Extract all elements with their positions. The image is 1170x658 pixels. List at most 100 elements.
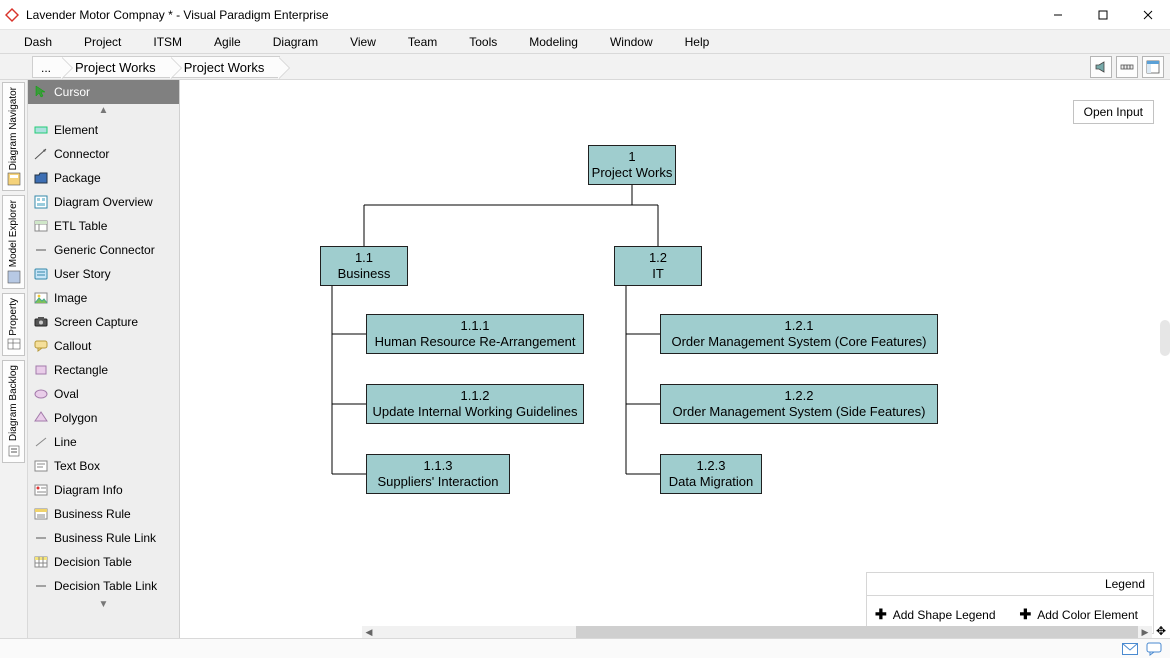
property-icon xyxy=(7,337,21,351)
wbs-node-label: Suppliers' Interaction xyxy=(367,474,509,490)
palette-item-connector[interactable]: Connector xyxy=(28,142,179,166)
open-input-button[interactable]: Open Input xyxy=(1073,100,1154,124)
menu-tools[interactable]: Tools xyxy=(453,32,513,52)
menu-itsm[interactable]: ITSM xyxy=(137,32,198,52)
scroll-thumb[interactable] xyxy=(576,626,1138,638)
connector-icon xyxy=(34,147,48,161)
wbs-node-1-2-1[interactable]: 1.2.1Order Management System (Core Featu… xyxy=(660,314,938,354)
menu-modeling[interactable]: Modeling xyxy=(513,32,594,52)
scroll-right-icon[interactable]: ▶ xyxy=(1138,627,1152,638)
menu-view[interactable]: View xyxy=(334,32,392,52)
palette-item-label: Line xyxy=(54,435,77,449)
panel-layout-icon[interactable] xyxy=(1142,56,1164,78)
canvas-area[interactable]: 1Project Works 1.1Business 1.1.1Human Reso… xyxy=(180,80,1170,638)
palette-item-screen-capture[interactable]: Screen Capture xyxy=(28,310,179,334)
wbs-node-id: 1.2.2 xyxy=(661,388,937,404)
palette-item-business-rule[interactable]: Business Rule xyxy=(28,502,179,526)
rectangle-icon xyxy=(34,363,48,377)
palette-item-business-rule-link[interactable]: Business Rule Link xyxy=(28,526,179,550)
menu-project[interactable]: Project xyxy=(68,32,137,52)
minimize-button[interactable] xyxy=(1035,0,1080,30)
polygon-icon xyxy=(34,411,48,425)
cursor-icon xyxy=(34,85,48,99)
business-rule-link-icon xyxy=(34,531,48,545)
palette-item-etl-table[interactable]: ETL Table xyxy=(28,214,179,238)
palette-item-polygon[interactable]: Polygon xyxy=(28,406,179,430)
palette-item-image[interactable]: Image xyxy=(28,286,179,310)
move-grip-icon[interactable]: ✥ xyxy=(1152,624,1170,638)
close-button[interactable] xyxy=(1125,0,1170,30)
wbs-node-1-2-3[interactable]: 1.2.3Data Migration xyxy=(660,454,762,494)
ruler-icon[interactable] xyxy=(1116,56,1138,78)
vtab-diagram-backlog[interactable]: Diagram Backlog xyxy=(2,360,25,462)
wbs-node-id: 1.2.3 xyxy=(661,458,761,474)
title-bar: Lavender Motor Compnay * - Visual Paradi… xyxy=(0,0,1170,30)
palette-item-label: Text Box xyxy=(54,459,100,473)
line-icon xyxy=(34,435,48,449)
palette-item-label: Rectangle xyxy=(54,363,108,377)
wbs-node-1-2-2[interactable]: 1.2.2Order Management System (Side Featu… xyxy=(660,384,938,424)
decision-table-icon xyxy=(34,555,48,569)
menu-agile[interactable]: Agile xyxy=(198,32,257,52)
right-collapse-handle[interactable] xyxy=(1160,320,1170,356)
wbs-node-1[interactable]: 1Project Works xyxy=(588,145,676,185)
palette-up-icon[interactable]: ▲ xyxy=(28,104,179,118)
oval-icon xyxy=(34,387,48,401)
palette-more-down-icon[interactable]: ▼ xyxy=(28,598,179,612)
menu-diagram[interactable]: Diagram xyxy=(257,32,334,52)
generic-connector-icon xyxy=(34,243,48,257)
palette-item-rectangle[interactable]: Rectangle xyxy=(28,358,179,382)
palette-item-decision-table-link[interactable]: Decision Table Link xyxy=(28,574,179,598)
palette-item-element[interactable]: Element xyxy=(28,118,179,142)
announce-icon[interactable] xyxy=(1090,56,1112,78)
palette-item-label: Package xyxy=(54,171,101,185)
menu-dash[interactable]: Dash xyxy=(8,32,68,52)
palette-item-label: ETL Table xyxy=(54,219,107,233)
wbs-node-label: Data Migration xyxy=(661,474,761,490)
palette-item-package[interactable]: Package xyxy=(28,166,179,190)
maximize-button[interactable] xyxy=(1080,0,1125,30)
palette-item-label: Business Rule Link xyxy=(54,531,156,545)
palette-item-generic-connector[interactable]: Generic Connector xyxy=(28,238,179,262)
scroll-left-icon[interactable]: ◀ xyxy=(362,627,376,638)
message-icon[interactable] xyxy=(1146,642,1162,656)
palette-item-decision-table[interactable]: Decision Table xyxy=(28,550,179,574)
plus-icon: ✚ xyxy=(875,606,887,623)
wbs-node-1-1-2[interactable]: 1.1.2Update Internal Working Guidelines xyxy=(366,384,584,424)
vtab-property[interactable]: Property xyxy=(2,293,25,357)
wbs-node-1-2[interactable]: 1.2IT xyxy=(614,246,702,286)
menu-window[interactable]: Window xyxy=(594,32,669,52)
palette-item-diagram-info[interactable]: Diagram Info xyxy=(28,478,179,502)
palette-item-label: Business Rule xyxy=(54,507,131,521)
vertical-tabs: Diagram Navigator Model Explorer Propert… xyxy=(0,80,28,638)
vtab-model-explorer[interactable]: Model Explorer xyxy=(2,195,25,288)
wbs-node-id: 1.2.1 xyxy=(661,318,937,334)
mail-icon[interactable] xyxy=(1122,642,1138,656)
window-title: Lavender Motor Compnay * - Visual Paradi… xyxy=(26,8,1035,22)
wbs-node-1-1-1[interactable]: 1.1.1Human Resource Re-Arrangement xyxy=(366,314,584,354)
text-box-icon xyxy=(34,459,48,473)
horizontal-scrollbar[interactable]: ◀ ▶ xyxy=(362,626,1152,638)
wbs-node-id: 1.1.2 xyxy=(367,388,583,404)
palette-item-oval[interactable]: Oval xyxy=(28,382,179,406)
palette-item-cursor[interactable]: Cursor xyxy=(28,80,179,104)
menu-help[interactable]: Help xyxy=(669,32,726,52)
palette-item-diagram-overview[interactable]: Diagram Overview xyxy=(28,190,179,214)
vtab-diagram-navigator[interactable]: Diagram Navigator xyxy=(2,82,25,191)
palette-item-text-box[interactable]: Text Box xyxy=(28,454,179,478)
breadcrumb-bar: ... Project Works Project Works xyxy=(0,54,1170,80)
user-story-icon xyxy=(34,267,48,281)
palette-item-callout[interactable]: Callout xyxy=(28,334,179,358)
wbs-node-1-1[interactable]: 1.1Business xyxy=(320,246,408,286)
palette-item-user-story[interactable]: User Story xyxy=(28,262,179,286)
menu-team[interactable]: Team xyxy=(392,32,453,52)
palette-item-label: Generic Connector xyxy=(54,243,155,257)
wbs-node-label: IT xyxy=(615,266,701,282)
wbs-node-id: 1.2 xyxy=(615,250,701,266)
model-explorer-icon xyxy=(7,270,21,284)
wbs-node-1-1-3[interactable]: 1.1.3Suppliers' Interaction xyxy=(366,454,510,494)
palette-item-line[interactable]: Line xyxy=(28,430,179,454)
app-icon xyxy=(4,7,20,23)
diagram-info-icon xyxy=(34,483,48,497)
package-icon xyxy=(34,171,48,185)
